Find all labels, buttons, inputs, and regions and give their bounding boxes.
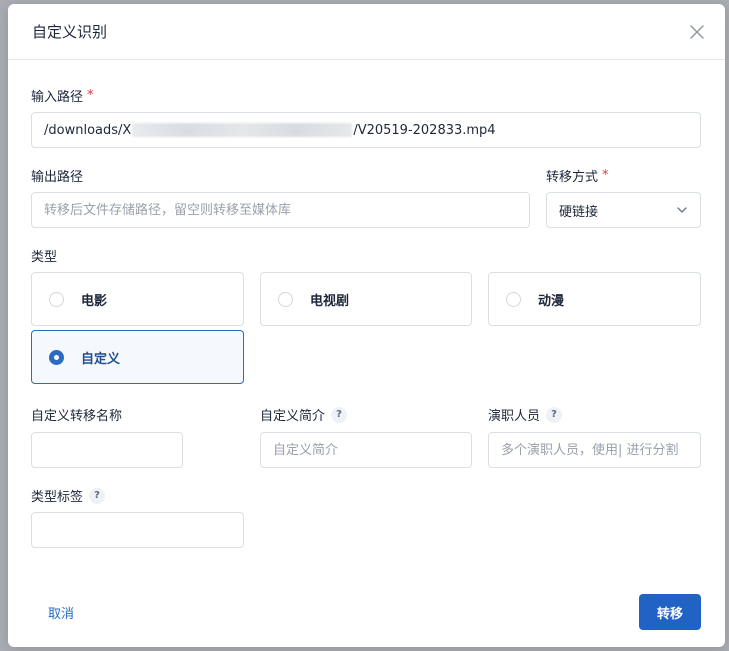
custom-recognition-dialog: 自定义识别 输入路径 * /downloads/X/V20519-202833.… — [8, 4, 725, 647]
input-path-label-text: 输入路径 — [31, 90, 84, 105]
chevron-down-icon — [676, 204, 688, 220]
output-path-input[interactable] — [31, 192, 530, 228]
help-icon[interactable]: ? — [331, 406, 348, 423]
cast-label: 演职人员 ? — [488, 405, 563, 424]
radio-icon — [49, 291, 64, 307]
output-path-label: 输出路径 — [31, 166, 83, 185]
custom-intro-label-text: 自定义简介 — [260, 409, 326, 424]
input-path-field[interactable]: /downloads/X/V20519-202833.mp4 — [31, 112, 701, 148]
cast-label-text: 演职人员 — [488, 409, 541, 424]
input-path-suffix: /V20519-202833.mp4 — [353, 122, 496, 138]
custom-name-label-text: 自定义转移名称 — [31, 409, 123, 424]
type-tags-input[interactable] — [31, 512, 244, 548]
cast-input[interactable] — [488, 432, 701, 468]
radio-icon — [506, 291, 521, 307]
transfer-mode-label-text: 转移方式 — [546, 170, 599, 185]
custom-intro-input[interactable] — [260, 432, 472, 468]
transfer-button[interactable]: 转移 — [639, 594, 701, 630]
type-option-label: 电视剧 — [310, 293, 350, 309]
help-icon[interactable]: ? — [89, 487, 106, 504]
custom-intro-label: 自定义简介 ? — [260, 405, 348, 424]
type-option-movie[interactable]: 电影 — [31, 272, 244, 326]
transfer-mode-value: 硬链接 — [559, 204, 599, 220]
close-icon[interactable] — [685, 20, 709, 44]
type-label-text: 类型 — [31, 250, 58, 265]
custom-name-input[interactable] — [31, 432, 183, 468]
redacted-path-segment — [132, 123, 353, 137]
transfer-mode-select[interactable]: 硬链接 — [546, 192, 701, 228]
custom-name-label: 自定义转移名称 — [31, 405, 122, 424]
type-label: 类型 — [31, 246, 57, 265]
input-path-prefix: /downloads/X — [44, 122, 132, 138]
type-tags-label: 类型标签 ? — [31, 486, 106, 505]
help-icon[interactable]: ? — [546, 406, 563, 423]
dialog-header: 自定义识别 — [8, 4, 725, 60]
type-option-label: 电影 — [81, 293, 108, 309]
type-option-label: 动漫 — [538, 293, 565, 309]
transfer-mode-label: 转移方式 * — [546, 166, 609, 185]
radio-selected-icon — [49, 349, 64, 365]
type-option-label: 自定义 — [81, 351, 121, 367]
input-path-label: 输入路径 * — [31, 86, 94, 105]
type-option-anime[interactable]: 动漫 — [488, 272, 701, 326]
type-tags-label-text: 类型标签 — [31, 490, 84, 505]
output-path-label-text: 输出路径 — [31, 170, 84, 185]
required-mark: * — [87, 88, 94, 103]
type-option-custom[interactable]: 自定义 — [31, 330, 244, 384]
dialog-title: 自定义识别 — [32, 23, 108, 41]
required-mark: * — [602, 168, 609, 183]
type-option-tv[interactable]: 电视剧 — [260, 272, 472, 326]
cancel-button[interactable]: 取消 — [36, 594, 86, 630]
radio-icon — [278, 291, 293, 307]
